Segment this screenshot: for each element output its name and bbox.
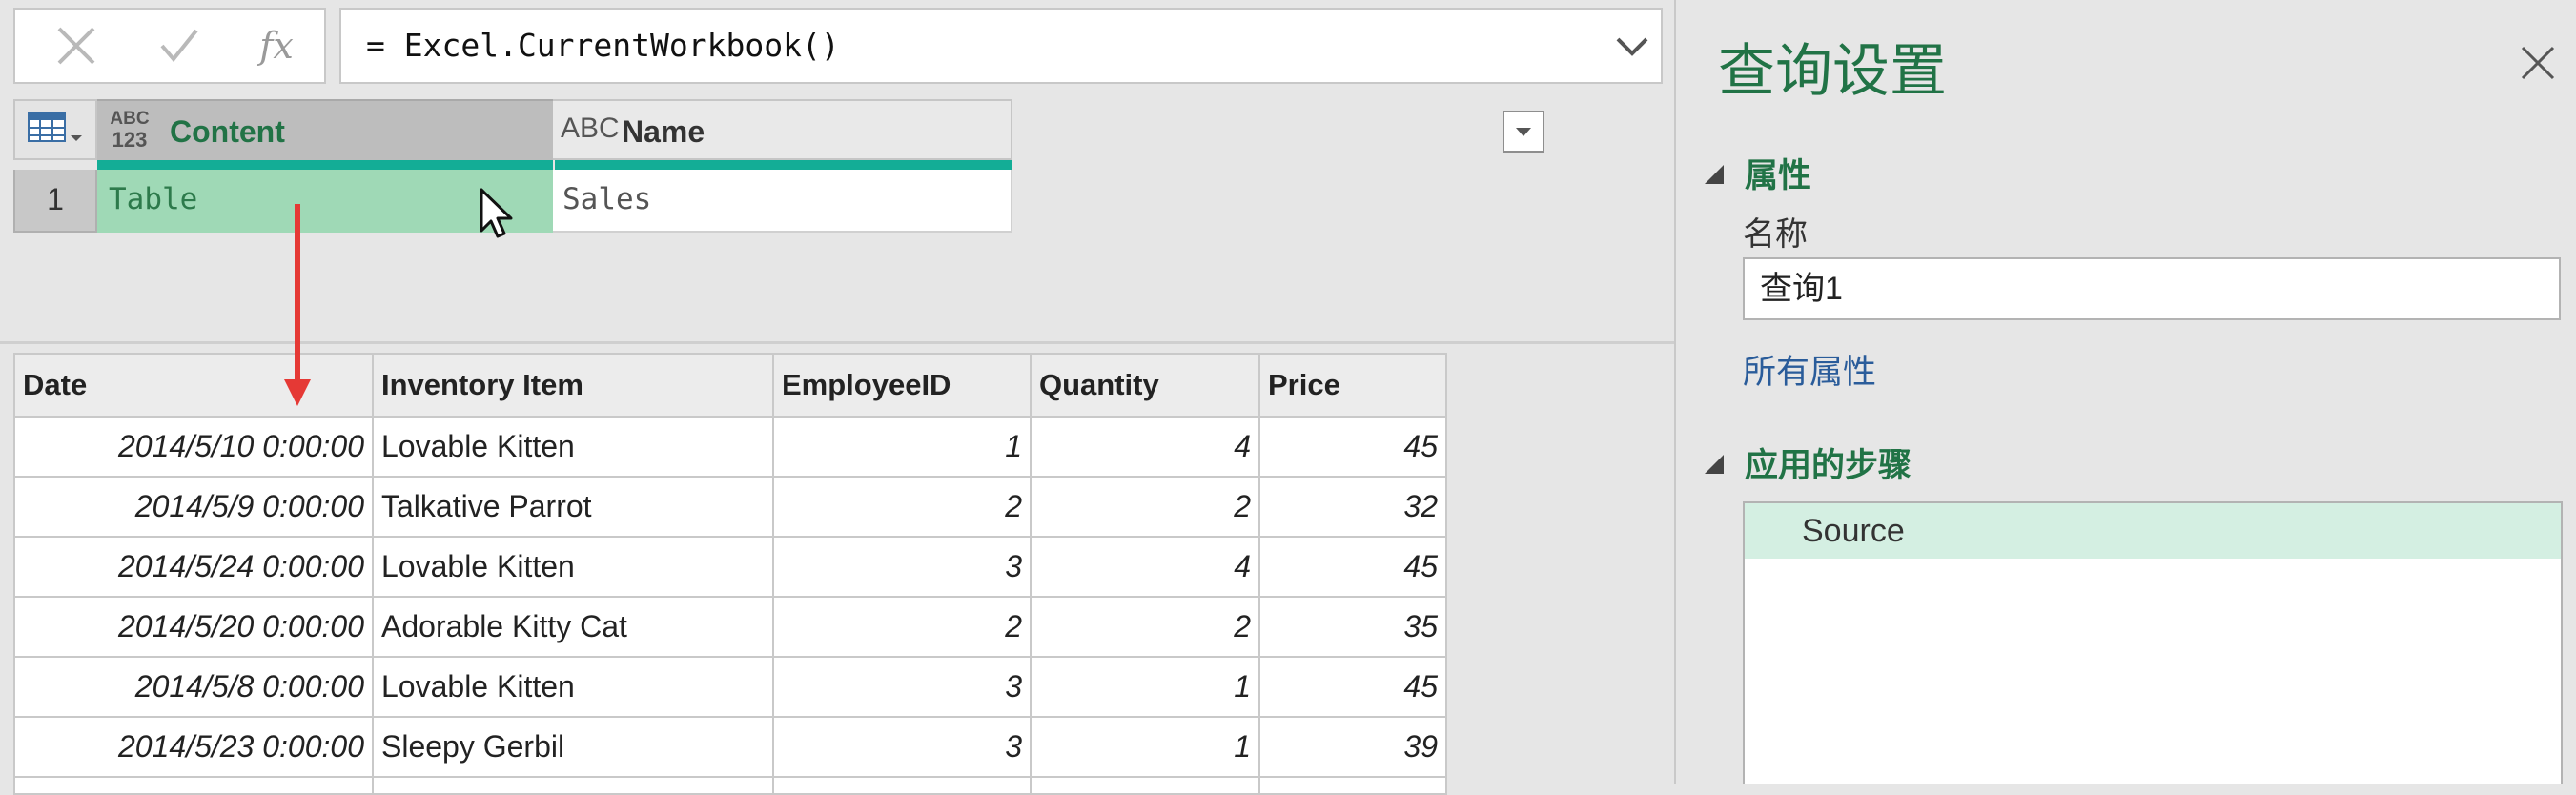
cell-price: 45 bbox=[1258, 416, 1447, 478]
collapse-triangle-icon bbox=[1705, 164, 1724, 184]
column-header-price: Price bbox=[1258, 353, 1447, 418]
table-menu-button[interactable] bbox=[13, 99, 97, 160]
cell-inventory-item: Sleepy Gerbil bbox=[372, 716, 774, 778]
applied-steps-section-header[interactable]: 应用的步骤 bbox=[1705, 438, 1912, 487]
cell-price: 45 bbox=[1258, 656, 1447, 718]
cell-inventory-item: Lovable Kitten bbox=[372, 416, 774, 478]
cell-employeeid: 2 bbox=[772, 596, 1032, 658]
cell-inventory-item: Lovable Kitten bbox=[372, 536, 774, 598]
cell-inventory-item: Talkative Parrot bbox=[372, 476, 774, 538]
table-row: 2014/5/8 0:00:00 Lovable Kitten 3 1 45 bbox=[13, 656, 1447, 718]
column-header-employeeid: EmployeeID bbox=[772, 353, 1032, 418]
table-row: 2014/5/9 0:00:00 Talkative Parrot 2 2 32 bbox=[13, 476, 1447, 538]
cell-employeeid: 2 bbox=[772, 476, 1032, 538]
cell-inventory-item: Lovable Kitten bbox=[372, 656, 774, 718]
cell-quantity: 1 bbox=[1030, 716, 1260, 778]
cell-date: 2014/5/10 0:00:00 bbox=[13, 416, 374, 478]
close-x-icon bbox=[57, 27, 95, 65]
type-text-icon: ABC bbox=[561, 112, 620, 144]
table-row-partial bbox=[13, 776, 1447, 795]
type-any-icon: ABC 123 bbox=[110, 109, 150, 152]
cell-price: 39 bbox=[1258, 716, 1447, 778]
cell-date: 2014/5/24 0:00:00 bbox=[13, 536, 374, 598]
commit-formula-button[interactable] bbox=[132, 10, 227, 82]
column-header-content[interactable]: ABC 123 Content bbox=[97, 99, 627, 160]
cell-quantity: 2 bbox=[1030, 596, 1260, 658]
cell-date: 2014/5/23 0:00:00 bbox=[13, 716, 374, 778]
properties-section-header[interactable]: 属性 bbox=[1705, 149, 1811, 197]
column-header-date: Date bbox=[13, 353, 374, 418]
all-properties-link[interactable]: 所有属性 bbox=[1743, 345, 1876, 394]
table-icon bbox=[28, 112, 82, 142]
cell-quantity: 2 bbox=[1030, 476, 1260, 538]
mouse-cursor-icon bbox=[480, 188, 513, 238]
cancel-formula-button[interactable] bbox=[29, 10, 124, 82]
cell-inventory-item: Adorable Kitty Cat bbox=[372, 596, 774, 658]
cell-employeeid: 3 bbox=[772, 656, 1032, 718]
formula-text: = Excel.CurrentWorkbook() bbox=[366, 27, 840, 64]
checkmark-icon bbox=[160, 29, 198, 63]
column-quality-bar bbox=[97, 160, 553, 170]
collapse-triangle-icon bbox=[1705, 454, 1724, 474]
filter-dropdown-button[interactable] bbox=[1503, 111, 1544, 153]
table-row: 2014/5/24 0:00:00 Lovable Kitten 3 4 45 bbox=[13, 536, 1447, 598]
cell-name[interactable]: Sales bbox=[553, 170, 1012, 233]
annotation-arrow bbox=[284, 204, 311, 406]
cell-price: 35 bbox=[1258, 596, 1447, 658]
formula-buttons: fx bbox=[13, 8, 326, 84]
preview-divider[interactable] bbox=[0, 341, 1674, 344]
close-icon[interactable] bbox=[2519, 44, 2557, 82]
table-row: 2014/5/23 0:00:00 Sleepy Gerbil 3 1 39 bbox=[13, 716, 1447, 778]
cell-preview-table: Date Inventory Item EmployeeID Quantity … bbox=[13, 353, 1447, 795]
cell-date: 2014/5/9 0:00:00 bbox=[13, 476, 374, 538]
cell-quantity: 4 bbox=[1030, 536, 1260, 598]
cell-price: 32 bbox=[1258, 476, 1447, 538]
cell-employeeid: 3 bbox=[772, 536, 1032, 598]
row-number: 1 bbox=[13, 170, 97, 233]
query-name-input[interactable]: 查询1 bbox=[1743, 257, 2561, 320]
applied-step-source[interactable]: Source bbox=[1745, 503, 2561, 559]
cell-date: 2014/5/8 0:00:00 bbox=[13, 656, 374, 718]
table-row: 2014/5/20 0:00:00 Adorable Kitty Cat 2 2… bbox=[13, 596, 1447, 658]
cell-employeeid: 3 bbox=[772, 716, 1032, 778]
name-label: 名称 bbox=[1743, 216, 1808, 253]
column-title-name: Name bbox=[622, 114, 705, 149]
insert-function-button[interactable]: fx bbox=[229, 10, 324, 82]
column-header-quantity: Quantity bbox=[1030, 353, 1260, 418]
dropdown-triangle-icon bbox=[1516, 128, 1531, 136]
query-settings-pane: 查询设置 属性 名称 查询1 所有属性 应用的步骤 Source bbox=[1676, 0, 2576, 784]
cell-quantity: 4 bbox=[1030, 416, 1260, 478]
cell-employeeid: 1 bbox=[772, 416, 1032, 478]
table-row: 2014/5/10 0:00:00 Lovable Kitten 1 4 45 bbox=[13, 416, 1447, 478]
cell-price: 45 bbox=[1258, 536, 1447, 598]
cell-quantity: 1 bbox=[1030, 656, 1260, 718]
applied-steps-list: Source bbox=[1743, 501, 2563, 784]
column-quality-bar bbox=[555, 160, 1012, 170]
column-header-name[interactable]: ABC Name bbox=[553, 99, 1544, 160]
formula-input[interactable]: = Excel.CurrentWorkbook() bbox=[339, 8, 1663, 84]
column-title-content: Content bbox=[170, 114, 285, 149]
pane-title: 查询设置 bbox=[1718, 39, 1947, 103]
chevron-down-icon[interactable] bbox=[1615, 31, 1649, 61]
column-header-inventory-item: Inventory Item bbox=[372, 353, 774, 418]
cell-date: 2014/5/20 0:00:00 bbox=[13, 596, 374, 658]
table-header-row: Date Inventory Item EmployeeID Quantity … bbox=[13, 353, 1447, 418]
